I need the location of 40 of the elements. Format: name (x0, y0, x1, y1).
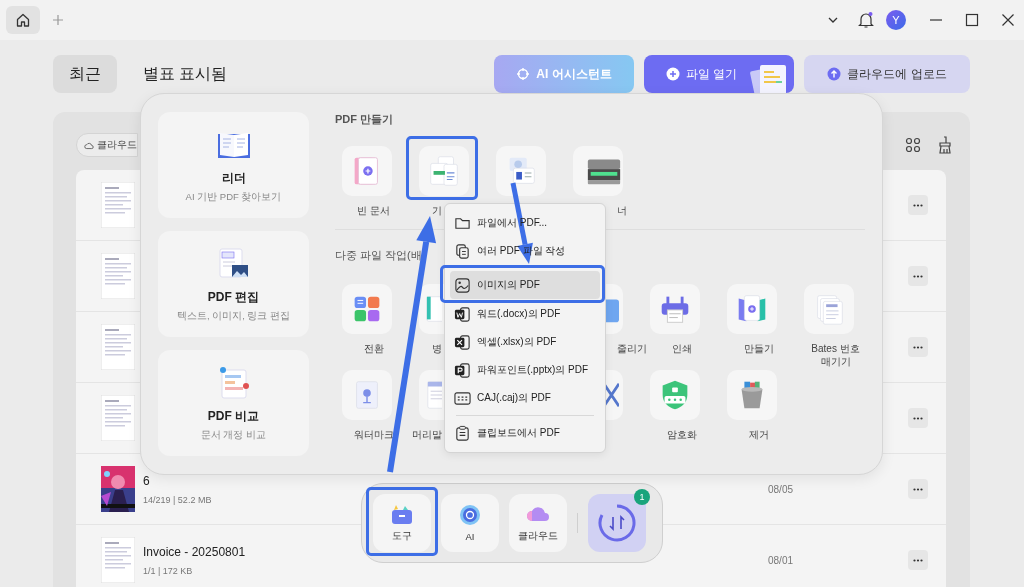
tool-label: 머리말 (412, 428, 442, 441)
file-date: 08/05 (768, 483, 795, 495)
menu-item[interactable]: 엑셀(.xlsx)의 PDF (450, 328, 600, 356)
menu-item[interactable]: 워드(.docx)의 PDF (450, 300, 600, 328)
menu-item[interactable]: 이미지의 PDF (450, 271, 600, 299)
menu-item[interactable]: CAJ(.caj)의 PDF (450, 384, 600, 412)
tool-label: 암호화 (665, 428, 698, 441)
tool-label: 인쇄 (670, 342, 693, 355)
dock-button[interactable]: AI (441, 494, 499, 552)
tool-label: 빈 문서 (356, 204, 391, 217)
menu-item[interactable]: 클립보드에서 PDF (450, 419, 600, 447)
chip-label: 클라우드 (97, 138, 137, 152)
filter-chip[interactable]: 클라우드 (76, 133, 138, 157)
file-date: 08/01 (768, 554, 795, 566)
file-info: 14/219 | 52.2 MB (143, 494, 212, 505)
tool-label: 너 (616, 204, 628, 217)
tool-label: 병 (431, 342, 442, 355)
menu-item[interactable]: 파워포인트(.pptx)의 PDF (450, 356, 600, 384)
user-avatar[interactable]: Y (886, 10, 906, 30)
dock-button[interactable]: 클라우드 (509, 494, 567, 552)
tool-label: Bates 번호 매기기 (810, 342, 861, 368)
tool-card[interactable]: 리더 AI 기반 PDF 찾아보기 (158, 112, 309, 218)
tool-label: 워터마크 (352, 428, 395, 441)
tool-label: 기 (431, 204, 442, 217)
tool-label: 전환 (362, 342, 385, 355)
section-heading: 다중 파일 작업(배 (335, 248, 422, 262)
tool-label: 제거 (747, 428, 770, 441)
tool-card[interactable]: PDF 비교 문서 개정 비교 (158, 350, 309, 456)
open-file-button[interactable]: 파일 열기 (644, 55, 794, 93)
file-info: 1/1 | 172 KB (143, 565, 193, 576)
file-name: Invoice - 20250801 (143, 544, 246, 559)
tab[interactable]: 최근 (53, 55, 117, 93)
tab[interactable]: 별표 표시됨 (127, 55, 244, 93)
tool-card[interactable]: PDF 편집 텍스트, 이미지, 링크 편집 (158, 231, 309, 337)
notification-badge: 1 (634, 489, 650, 505)
dock-button[interactable]: 도구 (373, 494, 431, 552)
section-heading: PDF 만들기 (335, 112, 394, 126)
tool-label: 만들기 (742, 342, 775, 355)
file-name: 6 (143, 473, 150, 488)
upload-to-cloud-button[interactable]: 클라우드에 업로드 (804, 55, 970, 93)
